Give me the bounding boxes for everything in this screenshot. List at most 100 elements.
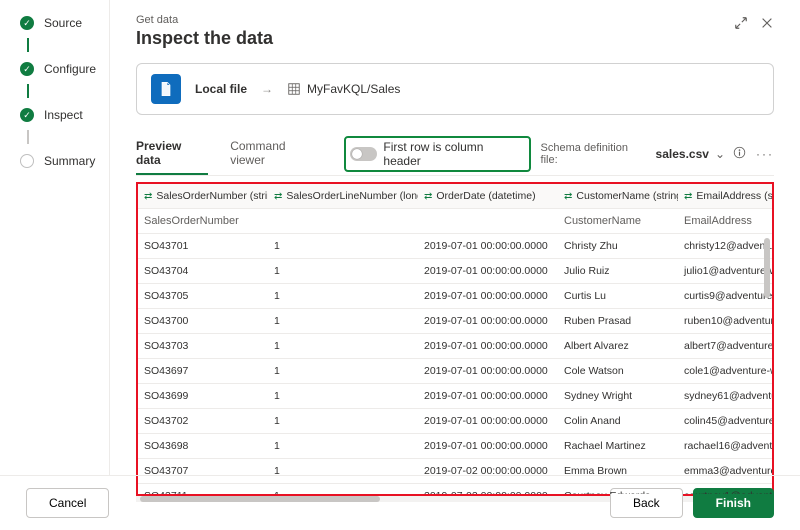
step-label: Inspect	[44, 108, 83, 122]
cell: Curtis Lu	[558, 284, 678, 309]
cell: julio1@adventure-works.c	[678, 259, 772, 284]
toggle-switch-icon[interactable]	[350, 147, 377, 161]
tab-preview-data[interactable]: Preview data	[136, 133, 208, 175]
cell: 2019-07-01 00:00:00.0000	[418, 234, 558, 259]
datatype-icon: ⇄	[424, 191, 432, 202]
chevron-down-icon[interactable]: ⌄	[715, 147, 725, 161]
tab-command-viewer[interactable]: Command viewer	[230, 133, 322, 175]
arrow-right-icon: →	[261, 82, 273, 96]
schema-definition-label: Schema definition file:	[541, 142, 646, 166]
close-icon[interactable]	[760, 16, 774, 33]
table-row[interactable]: SO4370212019-07-01 00:00:00.0000Colin An…	[138, 409, 772, 434]
cell: cole1@adventure-works.co	[678, 359, 772, 384]
cell: 2019-07-01 00:00:00.0000	[418, 434, 558, 459]
table-row[interactable]: SO4369712019-07-01 00:00:00.0000Cole Wat…	[138, 359, 772, 384]
table-row[interactable]: SO4369812019-07-01 00:00:00.0000Rachael …	[138, 434, 772, 459]
cell: Rachael Martinez	[558, 434, 678, 459]
datatype-icon: ⇄	[144, 191, 152, 202]
cell: Christy Zhu	[558, 234, 678, 259]
cell: 2019-07-01 00:00:00.0000	[418, 284, 558, 309]
column-filter[interactable]	[418, 209, 558, 234]
schema-definition-file[interactable]: sales.csv	[656, 147, 709, 161]
column-header-customername[interactable]: ⇄CustomerName (string)	[558, 184, 678, 209]
table-row[interactable]: SO4370412019-07-01 00:00:00.0000Julio Ru…	[138, 259, 772, 284]
column-header-emailaddress[interactable]: ⇄EmailAddress (string)	[678, 184, 772, 209]
cell: Courtney Edwards	[558, 484, 678, 494]
column-filter[interactable]: CustomerName	[558, 209, 678, 234]
cell: christy12@adventure-wor	[678, 234, 772, 259]
cell: Colin Anand	[558, 409, 678, 434]
cell: 1	[268, 459, 418, 484]
check-circle-icon	[20, 108, 34, 122]
cell: SO43704	[138, 259, 268, 284]
cell: courtney1@adventure-wo	[678, 484, 772, 494]
cell: curtis9@adventure-works.	[678, 284, 772, 309]
cell: 1	[268, 384, 418, 409]
table-row[interactable]: SO4371112019-07-02 00:00:00.0000Courtney…	[138, 484, 772, 494]
cell: 1	[268, 359, 418, 384]
table-row[interactable]: SO4369912019-07-01 00:00:00.0000Sydney W…	[138, 384, 772, 409]
cell: ruben10@adventure-work	[678, 309, 772, 334]
destination-path: MyFavKQL/Sales	[287, 82, 400, 96]
step-summary[interactable]: Summary	[20, 154, 109, 168]
cell: 1	[268, 334, 418, 359]
cell: colin45@adventure-works	[678, 409, 772, 434]
table-row[interactable]: SO4370012019-07-01 00:00:00.0000Ruben Pr…	[138, 309, 772, 334]
page-title: Inspect the data	[136, 28, 734, 49]
file-icon	[151, 74, 181, 104]
column-header-salesordernumber[interactable]: ⇄SalesOrderNumber (string)	[138, 184, 268, 209]
column-filter[interactable]: EmailAddress	[678, 209, 772, 234]
expand-icon[interactable]	[734, 16, 748, 33]
cell: emma3@adventure-works.c	[678, 459, 772, 484]
cancel-button[interactable]: Cancel	[26, 488, 109, 518]
cell: albert7@adventure-works	[678, 334, 772, 359]
page-kicker: Get data	[136, 14, 734, 26]
cell: SO43705	[138, 284, 268, 309]
cell: 2019-07-01 00:00:00.0000	[418, 409, 558, 434]
cell: 2019-07-02 00:00:00.0000	[418, 459, 558, 484]
cell: sydney61@adventure-wor	[678, 384, 772, 409]
cell: 1	[268, 234, 418, 259]
cell: SO43697	[138, 359, 268, 384]
cell: SO43707	[138, 459, 268, 484]
step-inspect[interactable]: Inspect	[20, 108, 109, 122]
table-row[interactable]: SO4370512019-07-01 00:00:00.0000Curtis L…	[138, 284, 772, 309]
cell: Cole Watson	[558, 359, 678, 384]
cell: SO43701	[138, 234, 268, 259]
cell: 1	[268, 284, 418, 309]
destination-text: MyFavKQL/Sales	[307, 82, 400, 96]
cell: SO43698	[138, 434, 268, 459]
column-filter[interactable]: SalesOrderNumber	[138, 209, 268, 234]
table-row[interactable]: SO4370112019-07-01 00:00:00.0000Christy …	[138, 234, 772, 259]
step-source[interactable]: Source	[20, 16, 109, 30]
data-preview-grid: ⇄SalesOrderNumber (string)⇄SalesOrderLin…	[136, 182, 774, 496]
cell: Ruben Prasad	[558, 309, 678, 334]
info-icon[interactable]	[733, 146, 746, 162]
check-circle-icon	[20, 16, 34, 30]
source-card: Local file → MyFavKQL/Sales	[136, 63, 774, 115]
cell: 2019-07-01 00:00:00.0000	[418, 259, 558, 284]
empty-circle-icon	[20, 154, 34, 168]
cell: 1	[268, 309, 418, 334]
cell: 2019-07-01 00:00:00.0000	[418, 359, 558, 384]
table-row[interactable]: SO4370312019-07-01 00:00:00.0000Albert A…	[138, 334, 772, 359]
column-header-salesorderlinenumber[interactable]: ⇄SalesOrderLineNumber (long)	[268, 184, 418, 209]
cell: 1	[268, 434, 418, 459]
wizard-stepper: Source Configure Inspect Summary	[0, 0, 110, 475]
column-filter[interactable]	[268, 209, 418, 234]
datatype-icon: ⇄	[684, 191, 692, 202]
datatype-icon: ⇄	[564, 191, 572, 202]
cell: SO43700	[138, 309, 268, 334]
table-row[interactable]: SO4370712019-07-02 00:00:00.0000Emma Bro…	[138, 459, 772, 484]
cell: 2019-07-01 00:00:00.0000	[418, 309, 558, 334]
step-configure[interactable]: Configure	[20, 62, 109, 76]
cell: Emma Brown	[558, 459, 678, 484]
step-label: Source	[44, 16, 82, 30]
cell: SO43711	[138, 484, 268, 494]
cell: SO43699	[138, 384, 268, 409]
vertical-scrollbar[interactable]	[764, 238, 770, 298]
column-header-orderdate[interactable]: ⇄OrderDate (datetime)	[418, 184, 558, 209]
cell: 2019-07-02 00:00:00.0000	[418, 484, 558, 494]
first-row-header-toggle-group[interactable]: First row is column header	[344, 136, 530, 172]
more-icon[interactable]: ···	[756, 147, 774, 161]
